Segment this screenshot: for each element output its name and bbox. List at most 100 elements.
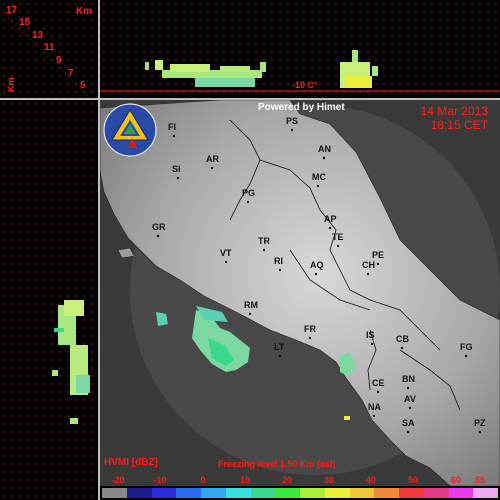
legend-swatch — [176, 488, 201, 498]
province-marker-ar — [210, 166, 214, 170]
echo-cells-top — [145, 50, 378, 88]
legend-swatch — [448, 488, 474, 498]
province-marker-av — [408, 406, 412, 410]
province-label-na: NA — [368, 402, 381, 412]
province-label-fr: FR — [304, 324, 316, 334]
province-label-ri: RI — [274, 256, 283, 266]
province-label-aq: AQ — [310, 260, 324, 270]
province-marker-pg — [246, 200, 250, 204]
province-label-ce: CE — [372, 378, 385, 388]
province-label-si: SI — [172, 164, 181, 174]
province-label-te: TE — [332, 232, 344, 242]
height-scale-diagonal — [7, 17, 89, 97]
province-marker-ap — [328, 226, 332, 230]
province-marker-fg — [464, 354, 468, 358]
province-marker-na — [372, 414, 376, 418]
province-marker-ri — [278, 268, 282, 272]
legend-ticks: -20 -10 0 10 20 30 40 50 60 65 — [100, 475, 500, 487]
province-label-fg: FG — [460, 342, 473, 352]
legend-tick-label: 40 — [365, 475, 377, 485]
cross-section-left — [0, 100, 98, 500]
province-marker-vt — [224, 260, 228, 264]
time-label: 18:15 CET — [430, 118, 488, 132]
province-label-ch: CH — [362, 260, 375, 270]
province-marker-pz — [478, 430, 482, 434]
province-label-av: AV — [404, 394, 416, 404]
province-marker-is — [370, 342, 374, 346]
province-label-cb: CB — [396, 334, 409, 344]
province-marker-fr — [308, 336, 312, 340]
province-marker-lt — [278, 354, 282, 358]
province-label-pz: PZ — [474, 418, 486, 428]
legend-tick-label: 0 — [200, 475, 206, 485]
legend-swatch — [201, 488, 226, 498]
legend-tick-label: 20 — [281, 475, 293, 485]
height-scale-panel: 17 Km 15 13 11 9 7 5 Km — [0, 0, 98, 98]
province-label-pe: PE — [372, 250, 384, 260]
echo-cells-left — [52, 300, 90, 424]
province-label-an: AN — [318, 144, 331, 154]
province-label-is: IS — [366, 330, 375, 340]
province-label-pg: PG — [242, 188, 255, 198]
cross-section-top: -10 C° — [100, 0, 500, 98]
legend-tick-label: 30 — [323, 475, 335, 485]
province-marker-te — [336, 244, 340, 248]
legend-tick-label: -10 — [153, 475, 167, 485]
legend-tick-label: 60 — [450, 475, 462, 485]
legend-swatch — [126, 488, 152, 498]
province-marker-fi — [172, 134, 176, 138]
legend-tick-label: 65 — [474, 475, 486, 485]
province-label-lt: LT — [274, 342, 285, 352]
legend-swatch — [102, 488, 127, 498]
province-label-tr: TR — [258, 236, 270, 246]
isotherm-label: -10 C° — [292, 80, 318, 90]
radar-viewer: { "header": { "powered_by": "Powered by … — [0, 0, 500, 500]
province-marker-si — [176, 176, 180, 180]
province-marker-gr — [156, 234, 160, 238]
legend-swatch — [300, 488, 325, 498]
province-marker-ce — [376, 390, 380, 394]
legend-title: HVMI [dBZ] — [104, 457, 158, 468]
radar-map[interactable]: PS FI AN SI AR MC PG GR AP TR TE VT RI AQ PECH RM FR IS CB… — [100, 100, 500, 486]
legend-swatch — [225, 488, 251, 498]
legend-swatch — [473, 488, 498, 498]
province-marker-bn — [406, 386, 410, 390]
province-label-ar: AR — [206, 154, 219, 164]
province-marker-ps — [290, 128, 294, 132]
province-label-vt: VT — [220, 248, 232, 258]
legend-tick-label: 50 — [407, 475, 419, 485]
province-label-ps: PS — [286, 116, 298, 126]
province-marker-sa — [406, 430, 410, 434]
province-marker-an — [322, 156, 326, 160]
legend-swatch — [250, 488, 276, 498]
legend-swatch — [324, 488, 350, 498]
datetime-stamp: 14 Mar 2013 18:15 CET — [421, 104, 488, 132]
province-label-mc: MC — [312, 172, 326, 182]
province-label-gr: GR — [152, 222, 166, 232]
legend-swatch — [275, 488, 300, 498]
province-label-fi: FI — [168, 122, 176, 132]
legend-swatch — [399, 488, 424, 498]
legend-swatch — [423, 488, 449, 498]
freezing-level-label: Freezing level 1.50 Km (asl) — [218, 459, 336, 469]
civil-protection-logo — [103, 103, 157, 157]
province-marker-pe — [376, 262, 380, 266]
legend-swatch — [151, 488, 177, 498]
legend-swatch — [374, 488, 399, 498]
legend-tick-label: -20 — [111, 475, 125, 485]
province-label-bn: BN — [402, 374, 415, 384]
powered-by-label: Powered by Himet — [258, 102, 345, 113]
province-label-rm: RM — [244, 300, 258, 310]
province-marker-tr — [262, 248, 266, 252]
province-label-sa: SA — [402, 418, 415, 428]
province-label-ap: AP — [324, 214, 337, 224]
province-marker-mc — [316, 184, 320, 188]
date-label: 14 Mar 2013 — [420, 104, 488, 118]
legend-swatch — [349, 488, 375, 498]
color-legend-bar — [102, 488, 498, 498]
legend-tick-label: 10 — [239, 475, 251, 485]
province-marker-cb — [400, 346, 404, 350]
province-marker-ch — [366, 272, 370, 276]
province-marker-rm — [248, 312, 252, 316]
province-marker-aq — [314, 272, 318, 276]
